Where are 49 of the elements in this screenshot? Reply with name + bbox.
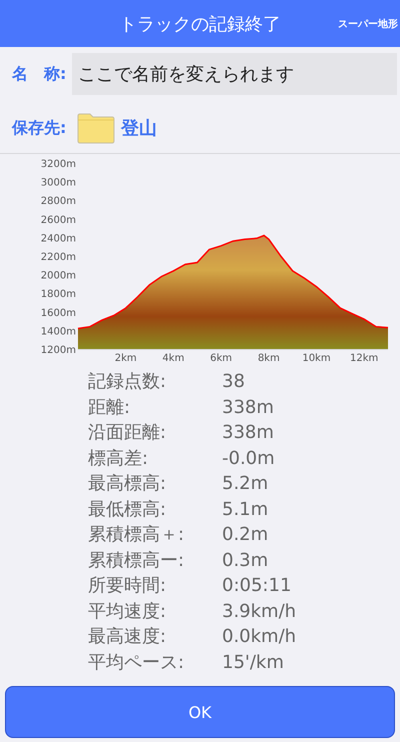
folder-icon[interactable] — [76, 112, 116, 144]
stat-value: 0.2m — [222, 523, 270, 546]
stat-value: 338m — [222, 396, 275, 419]
stat-value: 0:05:11 — [222, 574, 292, 598]
name-field[interactable]: ここで名前を変えられます — [72, 53, 397, 95]
x-tick-label: 2km — [114, 353, 137, 364]
y-tick-label: 1200m — [40, 345, 76, 356]
x-tick-label: 6km — [210, 353, 232, 364]
folder-link[interactable]: 登山 — [121, 116, 157, 140]
y-tick-label: 2400m — [40, 233, 76, 244]
y-tick-label: 1800m — [40, 289, 76, 300]
stat-label: 記録点数: — [88, 370, 168, 394]
x-tick-label: 8km — [258, 353, 280, 364]
stat-label: 沿面距離: — [88, 421, 168, 444]
stat-label: 累積標高ー: — [88, 548, 186, 572]
stat-value: 0.0km/h — [222, 625, 298, 648]
y-tick-label: 1600m — [40, 308, 76, 319]
stat-label: 平均速度: — [88, 600, 168, 623]
x-tick-label: 4km — [162, 353, 184, 364]
stat-label: 所要時間: — [88, 574, 168, 598]
stat-value: 3.9km/h — [222, 600, 298, 623]
stat-value: -0.0m — [222, 446, 276, 470]
x-tick-label: 12km — [350, 353, 378, 364]
ok-button[interactable]: OK — [5, 686, 395, 738]
y-tick-label: 2600m — [40, 214, 76, 226]
stat-value: 5.2m — [222, 472, 270, 496]
y-tick-label: 2200m — [40, 252, 76, 263]
stat-label: 平均ペース: — [88, 650, 186, 674]
stat-label: 最低標高: — [88, 498, 168, 521]
stat-label: 最高速度: — [88, 625, 168, 648]
stat-value: 338m — [222, 421, 275, 444]
stat-label: 距離: — [88, 396, 132, 419]
stat-label: 累積標高＋: — [88, 523, 186, 546]
stat-value: 0.3m — [222, 548, 270, 572]
x-tick-label: 10km — [302, 353, 331, 364]
y-tick-label: 2800m — [40, 196, 76, 208]
y-tick-label: 3000m — [40, 178, 76, 189]
y-tick-label: 3200m — [40, 159, 76, 170]
y-tick-label: 2000m — [40, 270, 76, 282]
name-label: 名 称: — [12, 64, 68, 84]
folder-label: 保存先: — [12, 118, 68, 138]
stat-value: 15'/km — [222, 650, 285, 674]
screen-title: トラックの記録終了 — [119, 12, 281, 36]
y-tick-label: 1400m — [40, 326, 76, 338]
stat-label: 標高差: — [88, 446, 150, 470]
app-name: スーパー地形 — [338, 18, 398, 31]
stat-value: 38 — [222, 370, 246, 394]
stat-value: 5.1m — [222, 498, 270, 521]
stat-label: 最高標高: — [88, 472, 168, 496]
